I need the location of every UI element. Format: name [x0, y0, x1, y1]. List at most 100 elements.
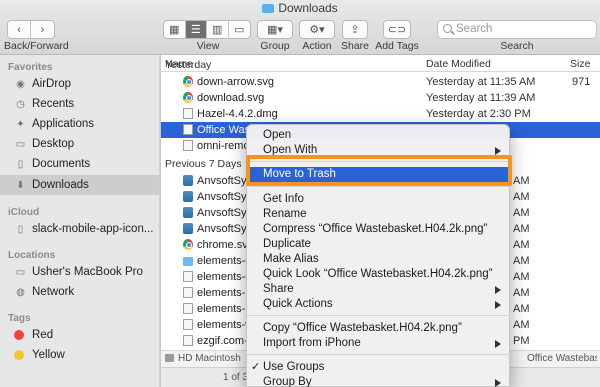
menu-item-group-by[interactable]: Group By: [247, 375, 511, 387]
file-row[interactable]: download.svg Yesterday at 11:39 AM: [161, 90, 600, 106]
file-icon: [183, 287, 193, 298]
menu-item-make-alias[interactable]: Make Alias: [247, 252, 511, 267]
group-button[interactable]: ▦▾: [257, 20, 293, 39]
menu-item-compress[interactable]: Compress “Office Wastebasket.H04.2k.png”: [247, 222, 511, 237]
group-previous-7-days: Previous 7 Days: [165, 158, 242, 170]
app-icon: [183, 207, 193, 218]
menu-item-get-info[interactable]: Get Info: [247, 192, 511, 207]
red-tag-icon: [14, 330, 24, 340]
share-icon: ⇪: [350, 24, 360, 36]
folder-icon: [183, 257, 193, 266]
disk-icon: [165, 354, 174, 362]
favorites-header: Favorites: [8, 62, 53, 73]
list-view-icon[interactable]: ☰: [185, 21, 207, 38]
group-icon: ▦▾: [267, 24, 283, 36]
menu-item-use-groups[interactable]: ✓ Use Groups: [247, 360, 511, 375]
column-view-icon[interactable]: ▥: [207, 21, 229, 38]
search-label: Search: [500, 40, 534, 52]
menu-item-share[interactable]: Share: [247, 282, 511, 297]
file-row[interactable]: Hazel-4.4.2.dmg Yesterday at 2:30 PM: [161, 106, 600, 122]
submenu-arrow-icon: [495, 340, 501, 348]
back-forward-control: ‹ ›: [7, 20, 55, 39]
menu-item-import-from-iphone[interactable]: Import from iPhone: [247, 336, 511, 351]
path-disk[interactable]: HD Macintosh: [178, 353, 241, 364]
download-icon: ⬇: [16, 179, 25, 191]
icloud-header: iCloud: [8, 207, 40, 218]
view-control: ▦ ☰ ▥ ▭: [163, 20, 251, 39]
column-header: Name Date Modified Size: [161, 55, 600, 72]
action-label: Action: [302, 40, 332, 52]
sidebar-item-applications[interactable]: ✦ Applications: [14, 114, 158, 134]
desktop-icon: ▭: [15, 138, 26, 150]
laptop-icon: ▭: [15, 266, 26, 278]
toolbar: Downloads ‹ › Back/Forward ▦ ☰ ▥ ▭ View …: [0, 0, 600, 55]
menu-separator: [247, 186, 511, 187]
action-button[interactable]: ⚙▾: [299, 20, 335, 39]
highlight-outline: [246, 155, 512, 186]
menu-item-quick-look[interactable]: Quick Look “Office Wastebasket.H04.2k.pn…: [247, 267, 511, 282]
submenu-arrow-icon: [495, 301, 501, 309]
folder-icon: [262, 4, 275, 13]
menu-item-rename[interactable]: Rename: [247, 207, 511, 222]
search-input[interactable]: Search: [437, 20, 597, 39]
menu-item-copy[interactable]: Copy “Office Wastebasket.H04.2k.png”: [247, 321, 511, 336]
back-button[interactable]: ‹: [8, 21, 32, 38]
group-label: Group: [260, 40, 290, 52]
menu-separator: [247, 354, 511, 355]
window-title: Downloads: [0, 1, 600, 15]
sidebar-item-documents[interactable]: ▯ Documents: [14, 154, 158, 174]
menu-item-open[interactable]: Open: [247, 128, 511, 143]
file-icon: [183, 319, 193, 330]
menu-item-quick-actions[interactable]: Quick Actions: [247, 297, 511, 312]
add-tags-label: Add Tags: [375, 40, 419, 52]
app-icon: [183, 175, 193, 186]
sidebar-item-desktop[interactable]: ▭ Desktop: [14, 134, 158, 154]
share-label: Share: [340, 40, 370, 52]
forward-button[interactable]: ›: [31, 21, 54, 38]
file-icon: [183, 271, 193, 282]
back-forward-label: Back/Forward: [4, 40, 69, 52]
submenu-arrow-icon: [495, 286, 501, 294]
app-icon: [183, 191, 193, 202]
svg-file-icon: [183, 92, 193, 103]
locations-header: Locations: [8, 250, 56, 261]
menu-item-duplicate[interactable]: Duplicate: [247, 237, 511, 252]
globe-icon: ◍: [16, 286, 25, 298]
view-label: View: [196, 40, 220, 52]
document-icon: ▯: [17, 158, 24, 170]
svg-file-icon: [183, 76, 193, 87]
sidebar-tag-yellow[interactable]: Yellow: [14, 345, 158, 365]
sidebar-item-network[interactable]: ◍ Network: [14, 282, 158, 302]
add-tags-button[interactable]: ⊂⊃: [383, 20, 411, 39]
group-yesterday: Yesterday: [165, 59, 212, 71]
gallery-view-icon[interactable]: ▭: [229, 21, 250, 38]
share-button[interactable]: ⇪: [342, 20, 368, 39]
clock-icon: ◷: [16, 98, 25, 110]
file-icon: ▯: [17, 223, 24, 235]
submenu-arrow-icon: [495, 147, 501, 155]
path-file[interactable]: Office Wastebasket.H04.2k.png: [527, 353, 597, 364]
airdrop-icon: ◉: [16, 78, 25, 90]
applications-icon: ✦: [16, 118, 25, 130]
date-column-header[interactable]: Date Modified: [426, 58, 491, 70]
dmg-file-icon: [183, 108, 193, 119]
tags-header: Tags: [8, 313, 31, 324]
file-row[interactable]: down-arrow.svg Yesterday at 11:35 AM 971: [161, 74, 600, 90]
search-icon: [443, 24, 452, 33]
app-icon: [183, 223, 193, 234]
size-column-header[interactable]: Size: [570, 58, 590, 70]
yellow-tag-icon: [14, 350, 24, 360]
sidebar-item-icloud-file[interactable]: ▯ slack-mobile-app-icon...: [14, 219, 158, 239]
tag-icon: ⊂⊃: [387, 24, 407, 36]
file-icon: [183, 303, 193, 314]
item-count: 1 of 3: [223, 372, 249, 383]
sidebar-tag-red[interactable]: Red: [14, 325, 158, 345]
png-file-icon: [183, 124, 193, 135]
sidebar-item-recents[interactable]: ◷ Recents: [14, 94, 158, 114]
menu-separator: [247, 315, 511, 316]
icon-view-icon[interactable]: ▦: [164, 21, 186, 38]
gear-icon: ⚙▾: [309, 24, 325, 36]
sidebar-item-downloads[interactable]: ⬇ Downloads: [0, 175, 159, 195]
sidebar-item-airdrop[interactable]: ◉ AirDrop: [14, 74, 158, 94]
sidebar-item-macbook[interactable]: ▭ Usher's MacBook Pro: [14, 262, 158, 282]
